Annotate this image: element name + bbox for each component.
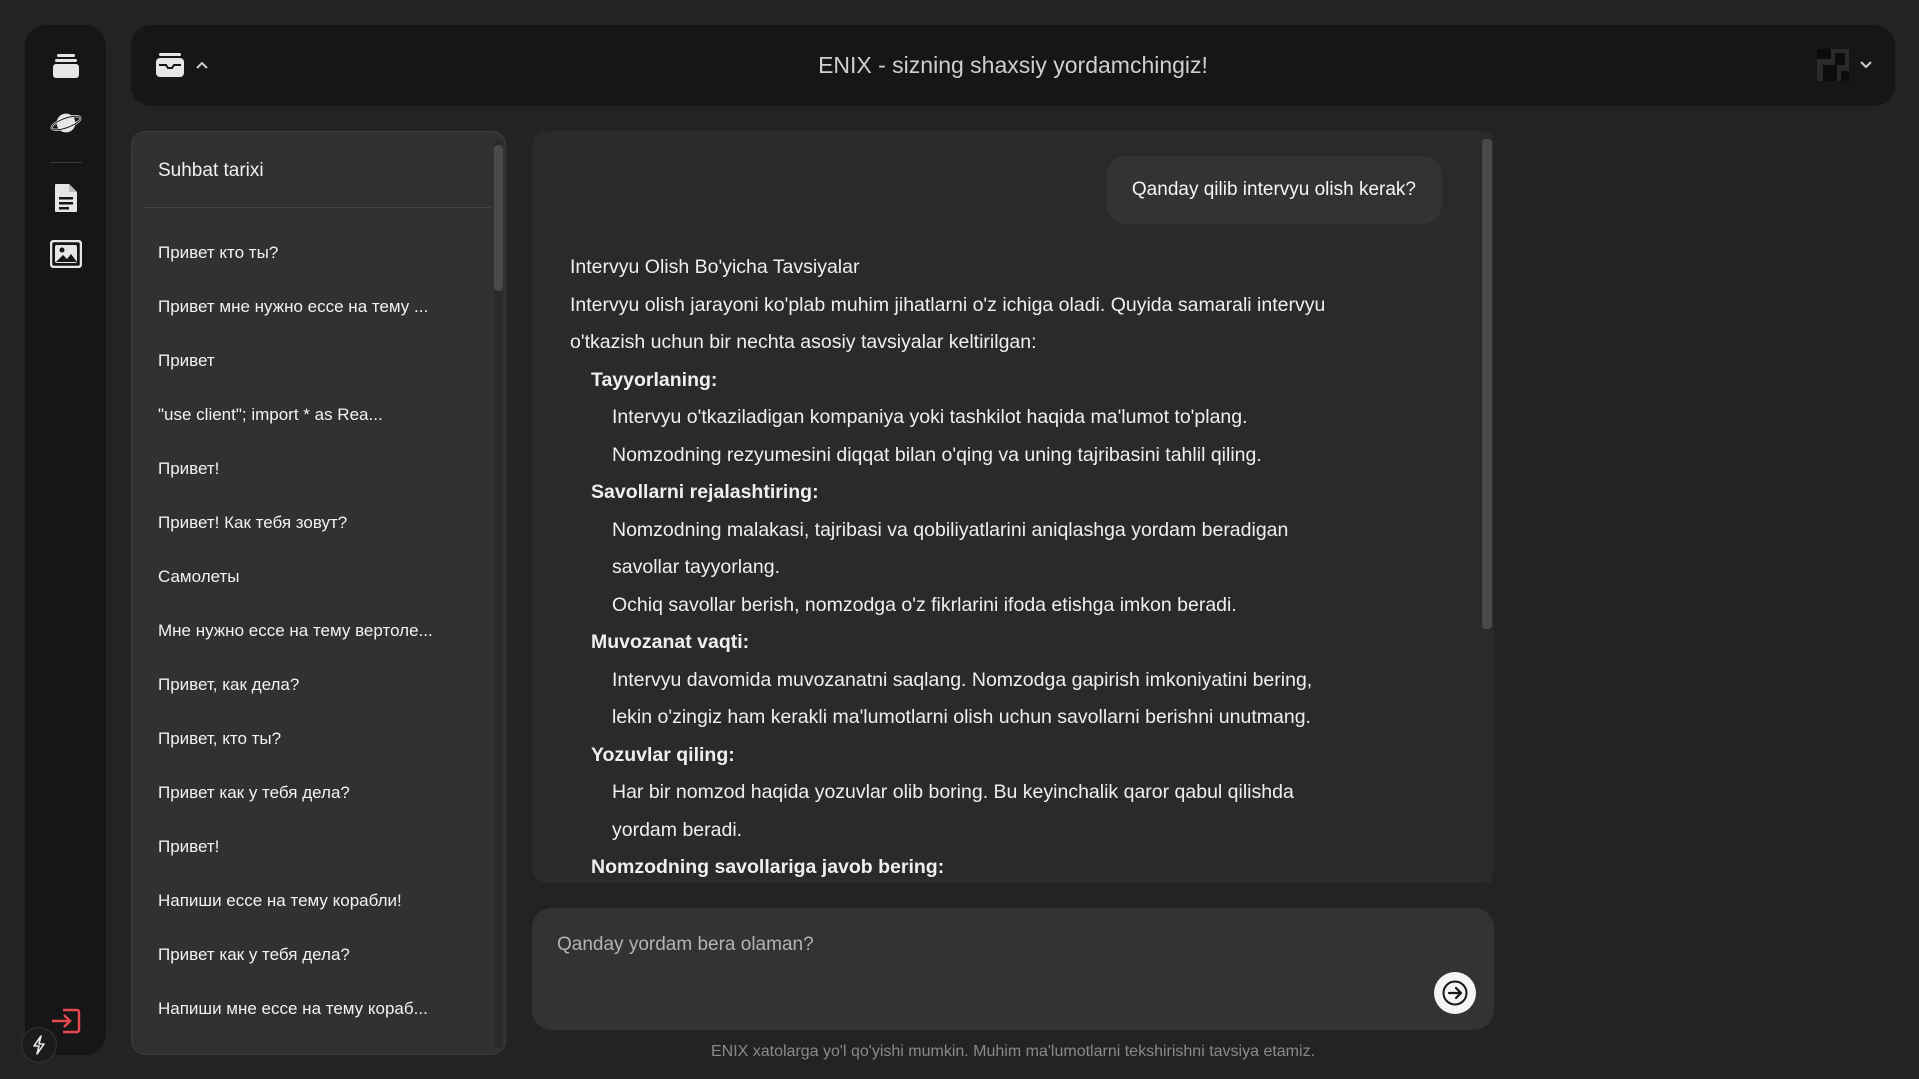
answer-heading: Muvozanat vaqti:	[591, 631, 750, 653]
top-bar: ENIX - sizning shaxsiy yordamchingiz!	[131, 25, 1895, 106]
history-item[interactable]: Привет, кто ты?	[158, 712, 468, 766]
image-gallery-icon[interactable]	[50, 238, 82, 270]
rail-divider	[50, 162, 82, 163]
answer-heading: Nomzodning savollariga javob bering:	[591, 856, 945, 878]
answer-line: Nomzodning malakasi, tajribasi va qobili…	[612, 518, 1289, 541]
history-item[interactable]: Привет	[158, 334, 468, 388]
answer-line: lekin o'zingiz ham kerakli ma'lumotlarni…	[612, 706, 1311, 728]
history-item[interactable]: Самолеты	[158, 550, 468, 604]
chat-area: Qanday qilib intervyu olish kerak? Inter…	[532, 131, 1494, 883]
inbox-tray-icon	[156, 53, 184, 77]
history-title: Suhbat tarixi	[158, 160, 264, 181]
history-list: Привет кто ты? Привет мне нужно ессе на т…	[158, 226, 468, 1054]
answer-line: o'tkazish uchun bir nechta asosiy tavsiy…	[570, 331, 1037, 353]
chat-scrollbar-thumb[interactable]	[1482, 139, 1492, 629]
answer-line: yordam beradi.	[612, 818, 743, 841]
model-switcher[interactable]	[155, 49, 209, 81]
lightning-icon[interactable]	[21, 1027, 57, 1063]
answer-line: Ochiq savollar berish, nomzodga o'z fikr…	[612, 593, 1237, 616]
send-button[interactable]	[1434, 972, 1476, 1014]
disclaimer: ENIX xatolarga yo'l qo'yishi mumkin. Muh…	[710, 1043, 1316, 1060]
answer-heading: Yozuvlar qiling:	[591, 743, 735, 766]
history-divider	[144, 207, 491, 208]
left-rail	[25, 25, 106, 1055]
history-item[interactable]: Привет как у тебя дела?	[158, 766, 468, 820]
message-input[interactable]	[557, 930, 1397, 960]
answer-line: Intervyu Olish Bo'yicha Tavsiyalar	[570, 256, 860, 278]
history-scrollbar-thumb[interactable]	[494, 145, 503, 291]
history-item[interactable]: Привет, как дела?	[158, 658, 468, 712]
chevron-down-icon	[1860, 61, 1872, 69]
chat-history-panel: Suhbat tarixi Привет кто ты? Привет мне н…	[131, 131, 506, 1055]
history-item[interactable]: "use client"; import * as Rea...	[158, 388, 468, 442]
planet-icon[interactable]	[50, 107, 82, 139]
arrow-right-icon	[1442, 980, 1468, 1006]
answer-line: Har bir nomzod haqida yozuvlar olib bori…	[612, 781, 1294, 803]
document-icon[interactable]	[50, 182, 82, 214]
history-item[interactable]: Мне нужно ессе на тему вертоле...	[158, 604, 468, 658]
history-item[interactable]: Напиши ессе на тему корабли!	[158, 874, 468, 928]
history-item[interactable]: Привет кто ты?	[158, 226, 468, 280]
answer-line: Intervyu o'tkaziladigan kompaniya yoki t…	[612, 406, 1248, 428]
history-item[interactable]: Привет! Как тебя зовут?	[158, 496, 468, 550]
user-menu[interactable]	[1817, 49, 1873, 81]
answer-line: savollar tayyorlang.	[612, 556, 780, 578]
cards-stack-icon[interactable]	[50, 50, 82, 82]
answer-line: Nomzodning rezyumesini diqqat bilan o'qi…	[612, 443, 1262, 466]
answer-line: Intervyu davomida muvozanatni saqlang. N…	[612, 668, 1313, 691]
answer-heading: Tayyorlaning:	[591, 368, 718, 391]
chevron-up-icon	[196, 61, 208, 69]
history-scrollbar[interactable]	[494, 140, 503, 1048]
answer-line: Intervyu olish jarayoni ko'plab muhim ji…	[570, 293, 1326, 316]
avatar[interactable]	[1817, 49, 1849, 81]
message-composer	[532, 908, 1494, 1030]
chat-scrollbar[interactable]	[1482, 131, 1492, 883]
assistant-answer: Intervyu Olish Bo'yicha Tavsiyalar Interv…	[570, 249, 1450, 883]
history-item[interactable]: Привет!	[158, 820, 468, 874]
answer-heading: Savollarni rejalashtiring:	[591, 481, 819, 503]
logout-icon[interactable]	[50, 1005, 82, 1037]
history-item[interactable]: Напиши мне ессе на тему кораб...	[158, 982, 468, 1036]
history-item[interactable]: Привет!	[158, 442, 468, 496]
history-item[interactable]: Привет мне нужно ессе на тему ...	[158, 280, 468, 334]
history-item[interactable]: Привет!	[158, 1036, 468, 1054]
user-message: Qanday qilib intervyu olish kerak?	[1105, 156, 1442, 224]
app-title: ENIX - sizning shaxsiy yordamchingiz!	[818, 52, 1208, 78]
history-item[interactable]: Привет как у тебя дела?	[158, 928, 468, 982]
